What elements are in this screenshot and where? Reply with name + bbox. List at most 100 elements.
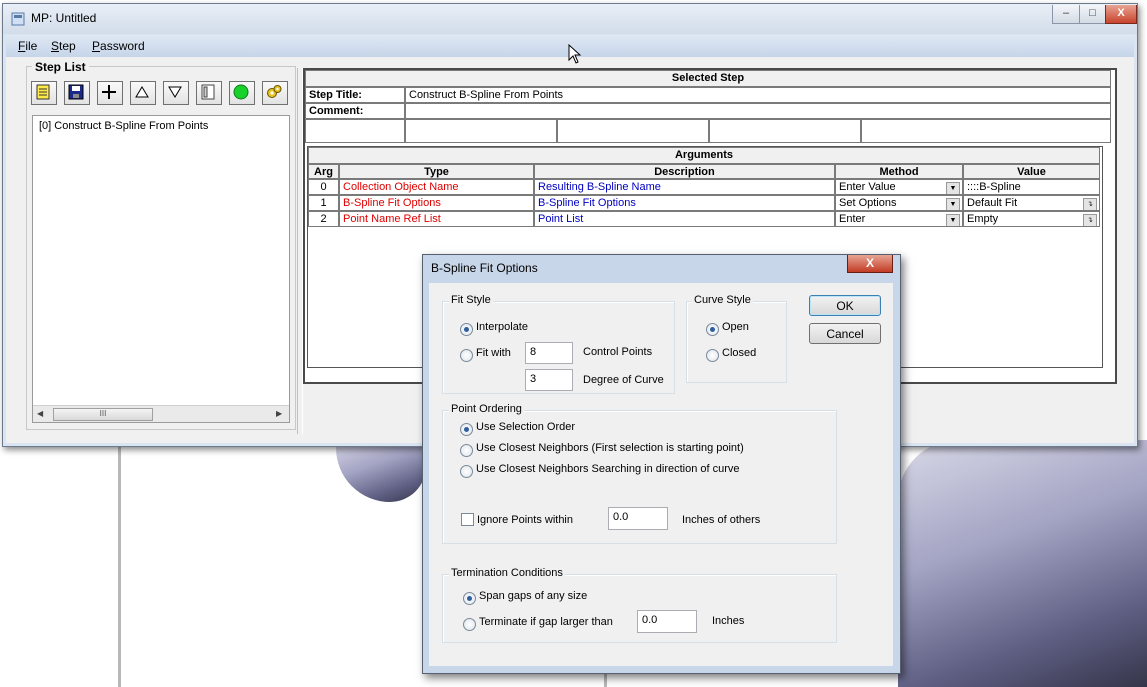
move-down-icon: [168, 86, 182, 98]
ignore-points-label[interactable]: Ignore Points within: [477, 514, 573, 526]
arguments-header: Arguments: [308, 147, 1100, 164]
method-dropdown[interactable]: Enter Value ▼: [835, 179, 963, 195]
table-cell-description: Point List: [534, 211, 835, 227]
menu-step[interactable]: Step: [51, 39, 76, 53]
closest-neighbors-radio[interactable]: [460, 444, 473, 457]
value-text: Empty: [967, 213, 999, 225]
new-step-button[interactable]: [31, 81, 57, 105]
column-header-value[interactable]: Value: [963, 164, 1100, 179]
terminate-if-label[interactable]: Terminate if gap larger than: [479, 616, 613, 628]
horizontal-scrollbar[interactable]: ◀ III ▶: [33, 405, 289, 422]
fit-style-label: Fit Style: [449, 294, 493, 306]
mouse-cursor-icon: [568, 43, 582, 67]
point-ordering-label: Point Ordering: [449, 403, 524, 415]
method-dropdown[interactable]: Set Options ▼: [835, 195, 963, 211]
close-button[interactable]: X: [1105, 5, 1137, 24]
span-gaps-label[interactable]: Span gaps of any size: [479, 590, 587, 602]
selected-step-header: Selected Step: [305, 70, 1111, 87]
terminate-if-radio[interactable]: [463, 618, 476, 631]
degree-input[interactable]: 3: [525, 369, 573, 391]
viewport-line: [118, 440, 121, 687]
blank-cell: [557, 119, 709, 143]
value-text: Default Fit: [967, 197, 1018, 209]
ignore-points-checkbox[interactable]: [461, 513, 474, 526]
closest-neighbors-direction-radio[interactable]: [460, 465, 473, 478]
column-header-method[interactable]: Method: [835, 164, 963, 179]
list-button[interactable]: [196, 81, 222, 105]
closed-label[interactable]: Closed: [722, 347, 756, 359]
scroll-thumb[interactable]: III: [53, 408, 153, 421]
scroll-right-icon[interactable]: ▶: [276, 409, 282, 418]
column-header-description[interactable]: Description: [534, 164, 835, 179]
column-header-type[interactable]: Type: [339, 164, 534, 179]
new-step-icon: [36, 84, 50, 100]
table-cell-arg: 2: [308, 211, 339, 227]
control-points-input[interactable]: 8: [525, 342, 573, 364]
model-surface: [336, 440, 426, 502]
comment-field[interactable]: [405, 103, 1111, 119]
value-picker[interactable]: Default Fit ↴: [963, 195, 1100, 211]
step-list-box[interactable]: [0] Construct B-Spline From Points ◀ III…: [32, 115, 290, 423]
dropdown-arrow-icon[interactable]: ▼: [946, 214, 960, 226]
minimize-button[interactable]: –: [1052, 5, 1080, 24]
cancel-button[interactable]: Cancel: [809, 323, 881, 344]
menu-accelerator: P: [92, 39, 101, 53]
add-button[interactable]: [97, 81, 123, 105]
fit-with-label[interactable]: Fit with: [476, 347, 511, 359]
control-points-label: Control Points: [583, 346, 653, 358]
table-cell-type: B-Spline Fit Options: [339, 195, 534, 211]
step-title-label: Step Title:: [305, 87, 405, 103]
use-selection-order-radio[interactable]: [460, 423, 473, 436]
table-cell-arg: 1: [308, 195, 339, 211]
window-title: MP: Untitled: [31, 11, 97, 25]
app-icon: [11, 12, 25, 26]
settings-icon: [267, 85, 282, 98]
blank-cell: [305, 119, 405, 143]
method-dropdown[interactable]: Enter ▼: [835, 211, 963, 227]
column-header-arg[interactable]: Arg: [308, 164, 339, 179]
dropdown-arrow-icon[interactable]: ▼: [946, 198, 960, 210]
dropdown-arrow-icon[interactable]: ▼: [946, 182, 960, 194]
dialog-body: Fit Style Interpolate Fit with 8 Control…: [429, 283, 893, 666]
run-button[interactable]: [229, 81, 255, 105]
expand-arrow-icon[interactable]: ↴: [1083, 198, 1097, 210]
list-item[interactable]: [0] Construct B-Spline From Points: [39, 120, 208, 132]
open-label[interactable]: Open: [722, 321, 749, 333]
use-selection-order-label[interactable]: Use Selection Order: [476, 421, 575, 433]
ignore-points-input[interactable]: 0.0: [608, 507, 668, 530]
expand-arrow-icon[interactable]: ↴: [1083, 214, 1097, 226]
table-cell-value[interactable]: ::::B-Spline: [963, 179, 1100, 195]
value-picker[interactable]: Empty ↴: [963, 211, 1100, 227]
ok-button[interactable]: OK: [809, 295, 881, 316]
gap-input[interactable]: 0.0: [637, 610, 697, 633]
comment-label: Comment:: [305, 103, 405, 119]
move-down-button[interactable]: [163, 81, 189, 105]
maximize-button[interactable]: □: [1079, 5, 1106, 24]
move-up-button[interactable]: [130, 81, 156, 105]
interpolate-radio[interactable]: [460, 323, 473, 336]
settings-button[interactable]: [262, 81, 288, 105]
method-value: Set Options: [839, 197, 897, 209]
table-cell-description: Resulting B-Spline Name: [534, 179, 835, 195]
closest-neighbors-direction-label[interactable]: Use Closest Neighbors Searching in direc…: [476, 463, 740, 475]
blank-cell: [709, 119, 861, 143]
curve-style-group: [686, 301, 787, 383]
model-surface: [898, 440, 1147, 687]
menu-password[interactable]: Password: [92, 39, 145, 53]
title-bar[interactable]: MP: Untitled – □ X: [3, 4, 1137, 34]
closed-radio[interactable]: [706, 349, 719, 362]
interpolate-label[interactable]: Interpolate: [476, 321, 528, 333]
closest-neighbors-label[interactable]: Use Closest Neighbors (First selection i…: [476, 442, 744, 454]
move-up-icon: [135, 86, 149, 98]
scroll-left-icon[interactable]: ◀: [37, 409, 43, 418]
open-radio[interactable]: [706, 323, 719, 336]
menu-file[interactable]: File: [18, 39, 37, 53]
menu-label: tep: [59, 39, 76, 53]
step-list-title: Step List: [32, 60, 89, 74]
gap-unit: Inches: [712, 615, 745, 627]
fit-with-radio[interactable]: [460, 349, 473, 362]
dialog-close-button[interactable]: X: [847, 255, 893, 273]
step-title-field[interactable]: Construct B-Spline From Points: [405, 87, 1111, 103]
save-button[interactable]: [64, 81, 90, 105]
span-gaps-radio[interactable]: [463, 592, 476, 605]
